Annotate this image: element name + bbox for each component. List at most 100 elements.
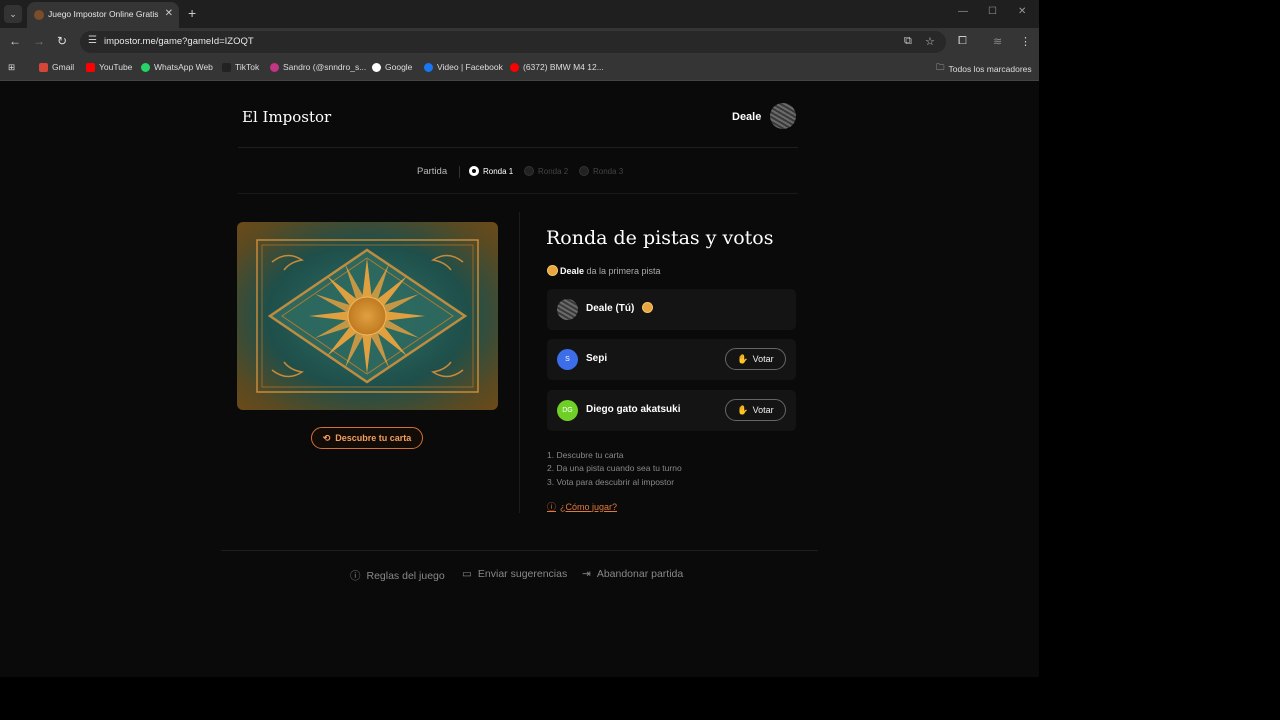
- avatar: S: [557, 349, 578, 370]
- bookmark-label: Google: [385, 62, 413, 72]
- player-row: DG Diego gato akatsuki ✋ Votar: [547, 390, 796, 431]
- avatar[interactable]: [770, 103, 796, 129]
- bookmark-label: YouTube: [99, 62, 133, 72]
- inactive-dot-icon: [579, 166, 589, 176]
- browser-tab[interactable]: Juego Impostor Online Gratis - ✕: [27, 2, 179, 28]
- round-step-2: Ronda 2: [524, 166, 568, 176]
- leave-game-label: Abandonar partida: [596, 568, 684, 580]
- leave-game-link[interactable]: ⇥ Abandonar partida: [582, 568, 683, 580]
- instruction-item: 2. Da una pista cuando sea tu turno: [547, 463, 682, 473]
- bookmark-google[interactable]: Google: [372, 62, 412, 72]
- tab-strip: ⌄ Juego Impostor Online Gratis - ✕ + — ☐…: [0, 0, 1039, 28]
- round-label: Ronda 3: [593, 166, 624, 176]
- vote-label: Votar: [752, 405, 774, 415]
- game-page: El Impostor Deale Partida Ronda 1 Ronda …: [0, 81, 1039, 677]
- apps-grid-icon[interactable]: ⊞: [8, 62, 15, 73]
- clue-turn-text: Deale da la primera pista: [548, 266, 661, 276]
- gmail-icon: [39, 62, 48, 72]
- round-label: Ronda 1: [483, 166, 514, 176]
- bookmark-instagram[interactable]: Sandro (@snndro_s...: [270, 62, 366, 72]
- tab-favicon-icon: [34, 10, 44, 20]
- page-title: Ronda de pistas y votos: [546, 227, 774, 249]
- clue-player-name: Deale: [560, 266, 585, 276]
- suggestions-link[interactable]: ▭ Enviar sugerencias: [462, 568, 567, 580]
- info-icon: ⓘ: [547, 502, 557, 512]
- vote-label: Votar: [752, 354, 774, 364]
- url-text[interactable]: impostor.me/game?gameId=IZOQT: [104, 36, 254, 47]
- bookmark-youtube[interactable]: YouTube: [86, 62, 132, 72]
- youtube-icon: [510, 62, 519, 72]
- divider: [238, 147, 798, 148]
- avatar: DG: [557, 400, 578, 421]
- round-step-3: Ronda 3: [579, 166, 623, 176]
- bookmark-label: WhatsApp Web: [154, 62, 213, 72]
- info-icon: ⓘ: [350, 570, 361, 582]
- tab-title: Juego Impostor Online Gratis -: [48, 9, 158, 19]
- whatsapp-icon: [141, 62, 150, 72]
- site-info-icon[interactable]: ☰: [88, 35, 97, 46]
- inactive-dot-icon: [524, 166, 534, 176]
- player-name-text: Deale (Tú): [586, 303, 635, 314]
- round-label: Ronda 2: [538, 166, 569, 176]
- bookmark-star-icon[interactable]: ☆: [925, 35, 935, 48]
- bookmark-youtube-bmw[interactable]: (6372) BMW M4 12...: [510, 62, 604, 72]
- site-logo[interactable]: El Impostor: [242, 108, 331, 126]
- browser-toolbar: ← → ↻ ☰ impostor.me/game?gameId=IZOQT ⧉ …: [0, 28, 1039, 56]
- reveal-card-button[interactable]: ⟲ Descubre tu carta: [311, 427, 423, 449]
- logout-icon: ⇥: [582, 568, 591, 580]
- rules-label: Reglas del juego: [366, 569, 445, 582]
- player-row-self: Deale (Tú): [547, 289, 796, 330]
- menu-icon[interactable]: ⋮: [1020, 35, 1031, 48]
- player-name: Deale (Tú): [586, 303, 655, 314]
- sun-emblem-icon: [237, 222, 498, 410]
- refresh-icon: ⟲: [322, 432, 331, 443]
- how-to-play-label: ¿Cómo jugar?: [560, 501, 618, 512]
- bookmark-tiktok[interactable]: TikTok: [222, 62, 259, 72]
- bookmark-whatsapp[interactable]: WhatsApp Web: [141, 62, 213, 72]
- sun-icon: [643, 303, 653, 312]
- player-row: S Sepi ✋ Votar: [547, 339, 796, 380]
- all-bookmarks-label: Todos los marcadores: [948, 64, 1032, 74]
- avatar: [557, 299, 578, 320]
- bookmark-label: Gmail: [52, 62, 75, 72]
- how-to-play-link[interactable]: ⓘ ¿Cómo jugar?: [547, 500, 617, 513]
- bookmark-facebook[interactable]: Video | Facebook: [424, 62, 503, 72]
- round-step-1: Ronda 1: [469, 166, 513, 176]
- bookmark-gmail[interactable]: Gmail: [39, 62, 74, 72]
- browser-window: ⌄ Juego Impostor Online Gratis - ✕ + — ☐…: [0, 0, 1039, 677]
- bookmark-label: Sandro (@snndro_s...: [283, 62, 367, 72]
- new-tab-icon[interactable]: +: [188, 5, 196, 21]
- vote-button[interactable]: ✋ Votar: [725, 399, 786, 421]
- divider: [221, 550, 818, 551]
- install-app-icon[interactable]: ⧉: [904, 35, 912, 48]
- bookmark-label: TikTok: [235, 62, 260, 72]
- tab-close-icon[interactable]: ✕: [165, 8, 173, 19]
- instagram-icon: [270, 62, 279, 72]
- vote-button[interactable]: ✋ Votar: [725, 348, 786, 370]
- instruction-item: 3. Vota para descubrir al impostor: [547, 477, 675, 487]
- rules-link[interactable]: ⓘ Reglas del juego: [350, 568, 445, 583]
- facebook-icon: [424, 62, 433, 72]
- forward-icon[interactable]: →: [33, 34, 45, 48]
- tab-search-icon[interactable]: ⌄: [4, 5, 22, 23]
- card-back[interactable]: [237, 222, 498, 410]
- hand-icon: ✋: [737, 404, 749, 415]
- youtube-icon: [86, 62, 95, 72]
- maximize-icon[interactable]: ☐: [988, 6, 997, 17]
- round-progress: Partida Ronda 1 Ronda 2 Ronda 3: [0, 166, 1039, 180]
- address-bar[interactable]: ☰ impostor.me/game?gameId=IZOQT ⧉ ☆: [80, 31, 946, 53]
- back-icon[interactable]: ←: [9, 34, 21, 48]
- bookmark-label: Video | Facebook: [437, 62, 503, 72]
- user-name: Deale: [732, 111, 762, 123]
- reload-icon[interactable]: ↻: [57, 34, 67, 48]
- instruction-item: 1. Descubre tu carta: [547, 450, 624, 460]
- divider: [459, 166, 460, 178]
- suggestions-label: Enviar sugerencias: [477, 568, 568, 580]
- window-close-icon[interactable]: ✕: [1018, 6, 1026, 17]
- all-bookmarks[interactable]: 🗀 Todos los marcadores: [936, 62, 1032, 76]
- profile-icon[interactable]: ≋: [993, 35, 1002, 48]
- minimize-icon[interactable]: —: [958, 6, 968, 17]
- extensions-icon[interactable]: ⧠: [958, 35, 967, 48]
- reveal-card-label: Descubre tu carta: [335, 433, 412, 443]
- progress-label: Partida: [417, 166, 448, 177]
